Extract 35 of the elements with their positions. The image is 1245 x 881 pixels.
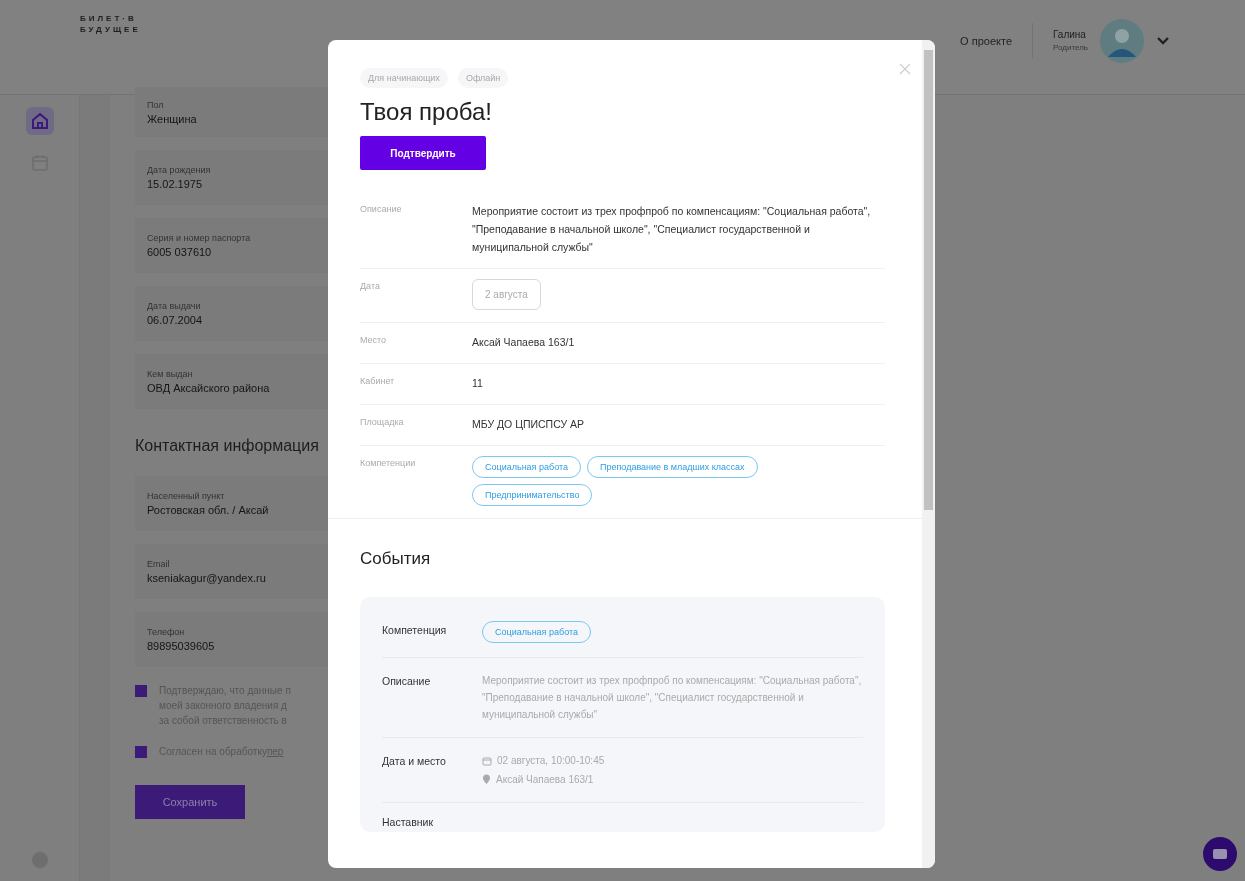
detail-label: Площадка: [360, 416, 405, 427]
event-place: Аксай Чапаева 163/1: [496, 773, 594, 787]
save-button[interactable]: Сохранить: [135, 785, 245, 819]
user-name: Галина: [1053, 28, 1087, 41]
about-link[interactable]: О проекте: [960, 35, 1012, 47]
scrollbar[interactable]: [922, 40, 935, 868]
calendar-icon: [482, 755, 492, 766]
detail-label: Компетенции: [360, 457, 417, 468]
detail-label: Кабинет: [360, 375, 396, 386]
event-label: Дата и место: [382, 754, 447, 767]
section-heading: События: [360, 549, 432, 569]
tag: Для начинающих: [360, 68, 448, 88]
logo[interactable]: БИЛЕТ·В БУДУЩЕЕ: [80, 13, 141, 35]
detail-value: 11: [472, 376, 483, 391]
chevron-down-icon[interactable]: [1156, 36, 1170, 46]
chat-icon[interactable]: [1203, 837, 1237, 871]
home-icon[interactable]: [25, 107, 54, 135]
event-label: Описание: [382, 674, 432, 687]
event-description: Мероприятие состоит из трех профпроб по компенсациям: "Социальная работа", "Преподавание в начальной школе", "Специалист государственной и муниципальной службы": [482, 674, 863, 722]
detail-value: Аксай Чапаева 163/1: [472, 335, 575, 350]
checkbox[interactable]: [135, 685, 147, 697]
date-chip[interactable]: 2 августа: [472, 279, 541, 310]
event-datetime: 02 августа, 10:00-10:45: [497, 754, 605, 768]
location-pin-icon: [482, 774, 491, 785]
event-label: Наставник: [382, 815, 435, 828]
detail-value: Мероприятие состоит из трех профпроб по компенсациям: "Социальная работа", "Преподавание в начальной школе", "Специалист государственной и муниципальной службы": [472, 204, 872, 255]
detail-value: МБУ ДО ЦПИСПСУ АР: [472, 417, 584, 432]
section-heading: Контактная информация: [135, 437, 320, 455]
detail-label: Описание: [360, 203, 403, 214]
user-role: Родитель: [1053, 42, 1088, 54]
confirm-button[interactable]: Подтвердить: [360, 136, 486, 170]
close-icon[interactable]: [899, 63, 911, 75]
checkbox[interactable]: [135, 746, 147, 758]
avatar-icon[interactable]: [1100, 19, 1144, 63]
tag: Офлайн: [457, 68, 509, 88]
